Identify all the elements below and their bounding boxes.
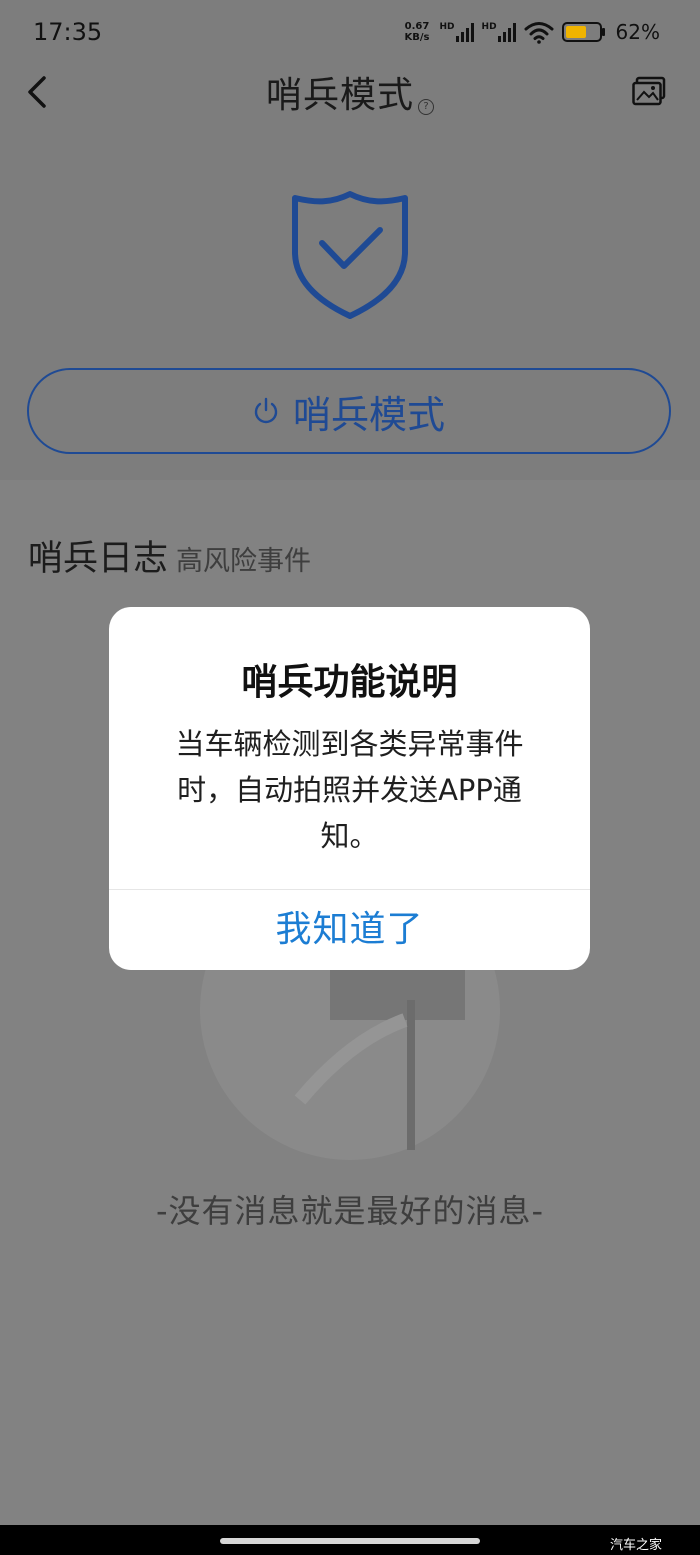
status-icons: 0.67 KB/s HD HD 62% [405, 20, 660, 44]
battery-level-fill [565, 26, 586, 38]
navigation-bar: 哨兵模式? [0, 60, 700, 124]
empty-state-message: -没有消息就是最好的消息- [155, 1192, 545, 1230]
wifi-icon [524, 22, 554, 44]
help-icon[interactable]: ? [418, 99, 434, 115]
sentry-mode-toggle-button[interactable]: 哨兵模式 [27, 368, 671, 454]
hd-badge: HD [439, 22, 455, 32]
status-bar: 17:35 0.67 KB/s HD HD 62% [0, 0, 700, 66]
status-time: 17:35 [33, 18, 103, 46]
network-speed-value: 0.67 [404, 21, 430, 32]
system-navigation-bar [0, 1525, 700, 1555]
hd-badge: HD [481, 22, 497, 32]
sentry-mode-button-label: 哨兵模式 [292, 392, 445, 437]
gallery-icon[interactable] [632, 76, 666, 106]
log-title: 哨兵日志 [28, 539, 169, 579]
home-indicator[interactable] [220, 1538, 480, 1544]
battery-icon [561, 22, 605, 42]
sentry-info-dialog: 哨兵功能说明 当车辆检测到各类异常事件时，自动拍照并发送APP通知。 我知道了 [109, 607, 590, 970]
battery-percent: 62% [615, 20, 660, 44]
log-filter-tab[interactable]: 高风险事件 [176, 539, 311, 578]
shield-check-icon [292, 191, 408, 319]
page-title: 哨兵模式 [265, 75, 414, 116]
watermark: 汽车之家 [610, 1538, 663, 1553]
dialog-title: 哨兵功能说明 [241, 662, 458, 703]
power-icon [254, 397, 278, 424]
signal-icon: HD [440, 22, 474, 42]
app-screen: 17:35 0.67 KB/s HD HD 62% 哨兵模式 ? 哨兵模式 哨兵… [0, 0, 700, 1525]
signal-icon: HD [482, 22, 516, 42]
page-title-wrap: 哨兵模式? [0, 66, 700, 118]
dialog-confirm-button[interactable]: 我知道了 [109, 890, 590, 970]
network-speed: 0.67 KB/s [405, 21, 430, 43]
dialog-message: 当车辆检测到各类异常事件时，自动拍照并发送APP通知。 [175, 727, 524, 853]
log-header: 哨兵日志 高风险事件 [28, 530, 311, 581]
network-speed-unit: KB/s [404, 32, 430, 43]
